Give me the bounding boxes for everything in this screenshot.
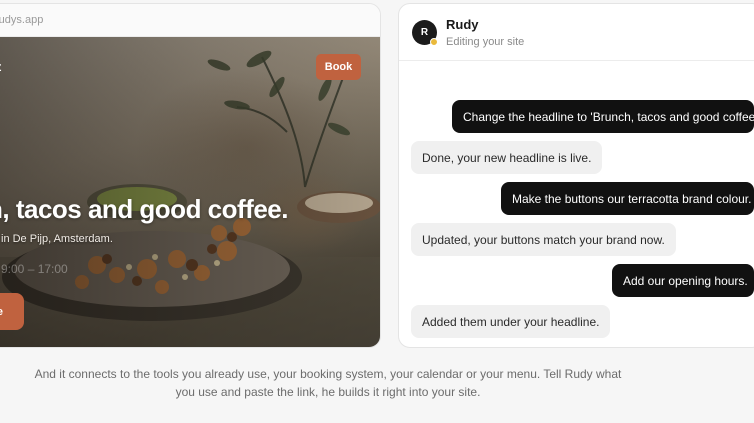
agent-status: Editing your site xyxy=(446,35,525,48)
agent-name: Rudy xyxy=(446,16,479,32)
chat-header: R Rudy Editing your site xyxy=(399,4,754,61)
assistant-message: Updated, your buttons match your brand n… xyxy=(411,223,676,256)
hero-section: z Book h, tacos and good coffee. in De P… xyxy=(0,37,380,347)
user-message: Add our opening hours. xyxy=(612,264,754,297)
url-bar: rudys.app xyxy=(0,4,380,37)
hero-cta-button[interactable]: e xyxy=(0,293,24,330)
user-message: Make the buttons our terracotta brand co… xyxy=(501,182,754,215)
caption-text: And it connects to the tools you already… xyxy=(0,365,656,401)
site-preview-window: rudys.app xyxy=(0,3,381,348)
book-button[interactable]: Book xyxy=(316,54,361,80)
opening-hours: 9:00 – 17:00 xyxy=(1,262,68,276)
avatar-initial: R xyxy=(420,26,429,38)
user-message: Change the headline to 'Brunch, tacos an… xyxy=(452,100,754,133)
url-text: rudys.app xyxy=(0,14,44,26)
assistant-message: Done, your new headline is live. xyxy=(411,141,603,174)
site-logo[interactable]: z xyxy=(0,59,2,74)
hero-overlay xyxy=(0,37,380,347)
avatar: R xyxy=(412,19,438,46)
caption-line-1: And it connects to the tools you already… xyxy=(34,367,622,381)
chat-panel: R Rudy Editing your site Change the head… xyxy=(398,3,754,348)
caption-line-2: you use and paste the link, he builds it… xyxy=(175,385,481,399)
assistant-message: Added them under your headline. xyxy=(411,305,611,338)
status-indicator xyxy=(430,37,438,46)
hero-headline: h, tacos and good coffee. xyxy=(0,194,288,224)
hero-location: in De Pijp, Amsterdam. xyxy=(1,233,113,245)
